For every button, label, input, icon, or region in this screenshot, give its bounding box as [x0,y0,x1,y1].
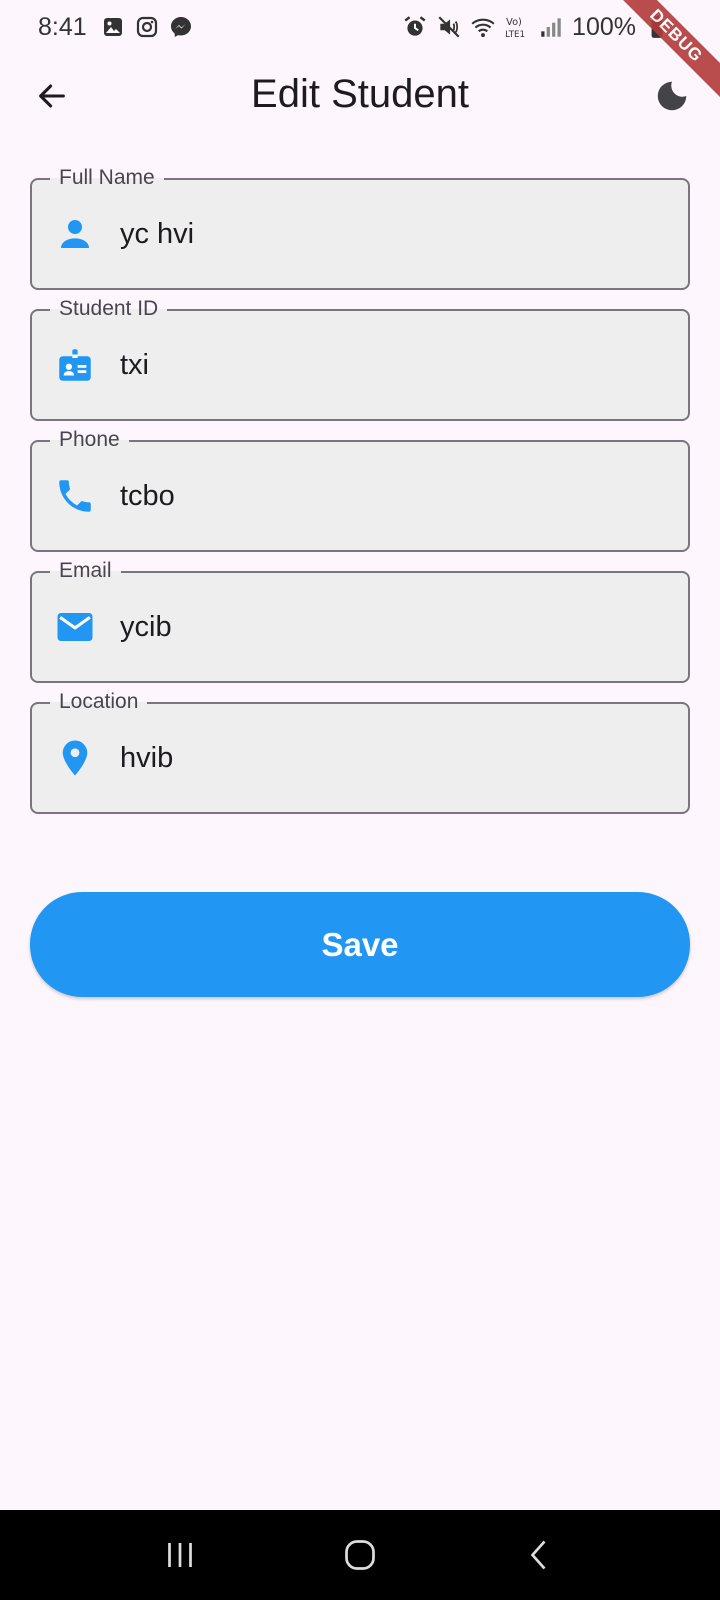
svg-text:LTE1: LTE1 [505,30,525,40]
save-button[interactable]: Save [30,892,690,997]
status-right: Vo) LTE1 100% [402,13,682,42]
status-left: 8:41 [38,13,193,42]
mute-icon [436,14,462,40]
wifi-icon [470,14,496,40]
full-name-field[interactable]: Full Name [30,164,690,290]
email-input[interactable] [120,607,668,647]
student-id-field[interactable]: Student ID [30,295,690,421]
messenger-icon [169,15,193,39]
dark-mode-moon-icon [657,81,687,111]
svg-text:Vo): Vo) [506,17,522,28]
status-time: 8:41 [38,12,87,41]
recent-apps-button[interactable] [150,1525,210,1585]
location-pin-icon [54,737,96,779]
gallery-icon [101,15,125,39]
person-icon [54,213,96,255]
status-bar: 8:41 Vo) LTE1 100% [0,0,720,54]
location-field[interactable]: Location [30,688,690,814]
battery-icon [644,14,670,40]
phone-label: Phone [50,426,129,454]
volte-icon: Vo) LTE1 [504,14,530,40]
alarm-icon [402,14,428,40]
instagram-icon [135,15,159,39]
home-button[interactable] [330,1525,390,1585]
back-nav-icon [530,1540,546,1570]
back-nav-button[interactable] [510,1525,570,1585]
student-id-label: Student ID [50,295,168,323]
battery-level: 100% [572,12,636,41]
system-nav-bar [0,1510,720,1600]
email-icon [54,606,96,648]
student-id-input[interactable] [120,345,668,385]
email-label: Email [50,557,121,585]
theme-toggle-button[interactable] [644,68,700,124]
edit-student-form: Full Name Student ID Phone Email [30,164,690,833]
phone-icon [54,475,96,517]
home-icon [345,1540,375,1570]
phone-field[interactable]: Phone [30,426,690,552]
phone-input[interactable] [120,476,668,516]
recent-apps-icon [168,1543,192,1567]
location-label: Location [50,688,148,716]
app-bar: Edit Student [0,54,720,142]
full-name-input[interactable] [120,214,668,254]
badge-icon [54,344,96,386]
page-title: Edit Student [251,72,469,116]
screen: 8:41 Vo) LTE1 100% DEBUG Edit Student Fu… [0,0,720,1600]
signal-icon [538,14,564,40]
location-input[interactable] [120,738,668,778]
email-field[interactable]: Email [30,557,690,683]
full-name-label: Full Name [50,164,164,192]
